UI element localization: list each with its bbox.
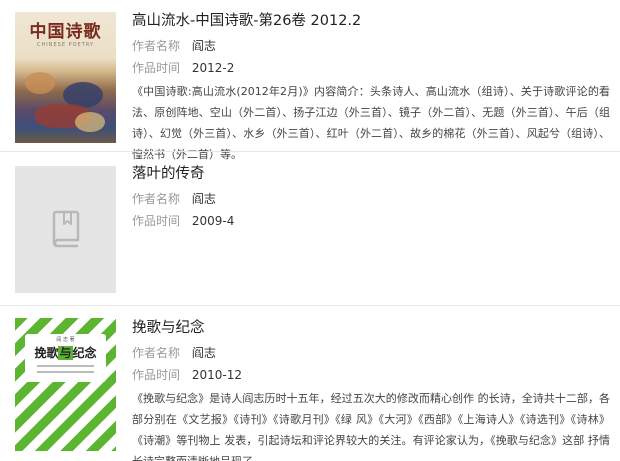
divider [0,305,620,306]
cover-title: 挽歌与纪念 [25,344,106,361]
time-row: 作品时间 2012-2 [132,59,610,77]
time-value: 2010-12 [191,368,242,382]
author-row: 作者名称 阎志 [132,190,610,208]
cover-panel: 阎 志 著 挽歌与纪念 [25,334,106,382]
author-row: 作者名称 阎志 [132,344,610,362]
cover-artwork [25,72,55,94]
book-title[interactable]: 落叶的传奇 [132,164,610,184]
book-info: 高山流水-中国诗歌-第26卷 2012.2 作者名称 阎志 作品时间 2012-… [132,11,610,165]
cover-title-part: 与 [58,346,73,360]
book-icon [52,210,80,248]
book-cover-placeholder[interactable] [15,166,116,293]
book-cover[interactable]: 阎 志 著 挽歌与纪念 [15,318,116,451]
time-row: 作品时间 2009-4 [132,212,610,230]
cover-title: 中国诗歌 [29,22,102,42]
list-item: 中国诗歌 CHINESE POETRY 高山流水-中国诗歌-第26卷 2012.… [0,0,620,161]
time-value: 2012-2 [191,61,235,75]
time-label: 作品时间 [132,368,181,382]
book-cover[interactable]: 中国诗歌 CHINESE POETRY [15,12,116,143]
book-info: 落叶的传奇 作者名称 阎志 作品时间 2009-4 [132,164,610,230]
book-list: 中国诗歌 CHINESE POETRY 高山流水-中国诗歌-第26卷 2012.… [0,0,620,461]
cover-decoration [37,371,94,373]
cover-decoration [37,365,94,367]
time-value: 2009-4 [191,214,235,228]
book-description: 《挽歌与纪念》是诗人阎志历时十五年，经过五次大的修改而精心创作 的长诗，全诗共十… [132,392,610,461]
time-label: 作品时间 [132,61,181,75]
author-label: 作者名称 [132,346,181,360]
cover-author: 阎 志 著 [56,337,75,343]
time-label: 作品时间 [132,214,181,228]
book-info: 挽歌与纪念 作者名称 阎志 作品时间 2010-12 《挽歌与纪念》是诗人阎志历… [132,318,610,461]
author-row: 作者名称 阎志 [132,37,610,55]
author-value: 阎志 [191,346,216,360]
book-title[interactable]: 高山流水-中国诗歌-第26卷 2012.2 [132,11,610,31]
cover-artwork [75,112,105,132]
book-title[interactable]: 挽歌与纪念 [132,318,610,338]
author-value: 阎志 [191,39,216,53]
author-label: 作者名称 [132,39,181,53]
cover-title-part: 挽歌 [34,346,59,360]
cover-title-part: 纪念 [72,346,97,360]
time-row: 作品时间 2010-12 [132,366,610,384]
cover-subtitle: CHINESE POETRY [37,42,94,48]
author-value: 阎志 [191,192,216,206]
author-label: 作者名称 [132,192,181,206]
